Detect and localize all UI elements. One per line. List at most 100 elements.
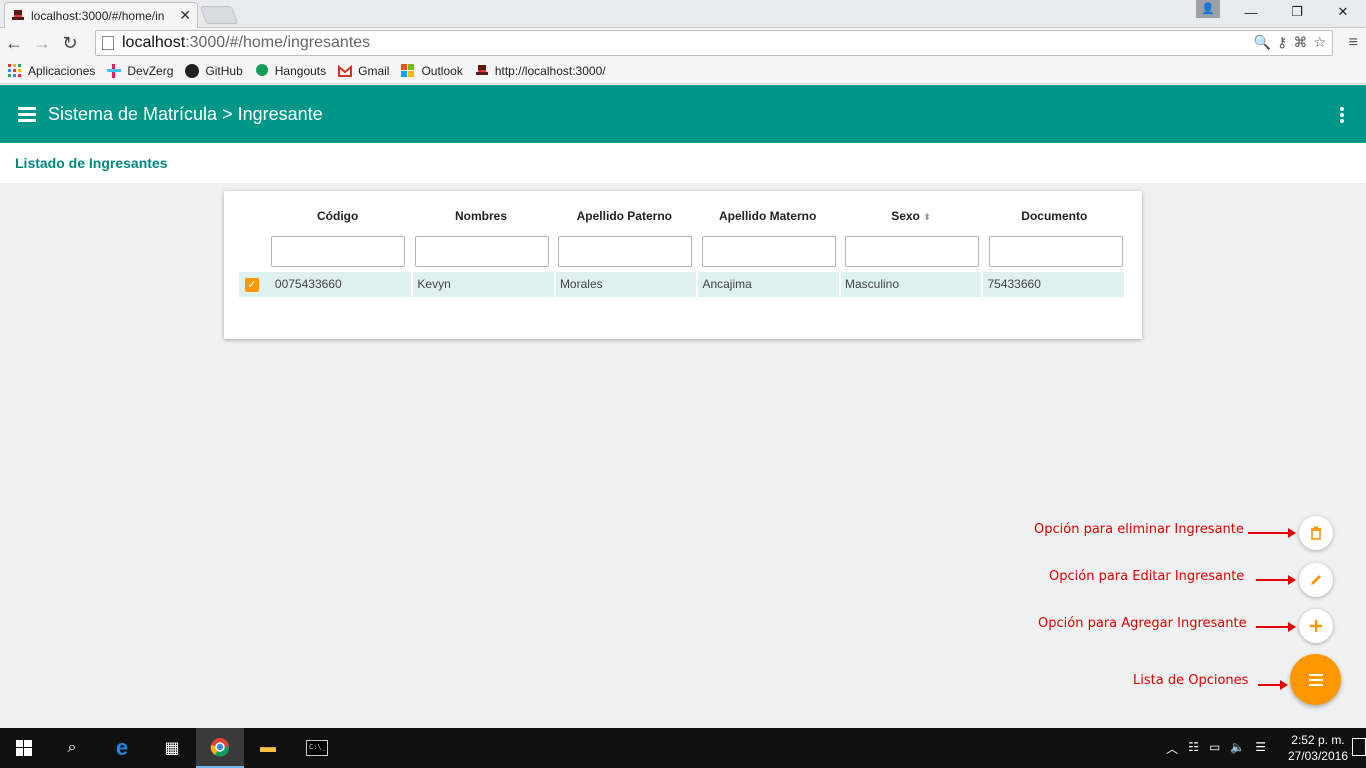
annotation-list: Lista de Opciones xyxy=(1133,673,1249,688)
clock-time: 2:52 p. m. xyxy=(1291,733,1345,747)
browser-tab[interactable]: localhost:3000/#/home/in ✕ xyxy=(4,2,198,28)
bookmark-label: GitHub xyxy=(205,63,243,78)
restore-button[interactable]: ❐ xyxy=(1274,4,1320,20)
profile-icon[interactable]: 👤 xyxy=(1196,0,1220,18)
bookmark-aplicaciones[interactable]: Aplicaciones xyxy=(8,63,95,78)
keyboard-icon[interactable]: ☰ xyxy=(1255,740,1266,757)
back-icon[interactable]: ← xyxy=(0,33,28,54)
filter-sexo-input[interactable] xyxy=(845,236,979,267)
filter-documento-input[interactable] xyxy=(988,236,1123,267)
clock-date: 27/03/2016 xyxy=(1287,749,1348,763)
terminal-icon[interactable]: C:\_ xyxy=(293,728,341,768)
table-row[interactable]: ✓ 0075433660 Kevyn Morales Ancajima Masc… xyxy=(239,272,1126,297)
gmail-icon xyxy=(338,64,353,77)
address-bar[interactable]: localhost:3000/#/home/ingresantes 🔍 ⚷ ⌘ … xyxy=(95,30,1333,56)
column-header-sexo[interactable]: Sexo ⬍ xyxy=(839,209,982,223)
tab-title: localhost:3000/#/home/in xyxy=(31,8,165,23)
annotation-add: Opción para Agregar Ingresante xyxy=(1038,616,1247,631)
annotation-arrow xyxy=(1256,622,1296,632)
bookmark-localhost[interactable]: http://localhost:3000/ xyxy=(475,64,606,78)
bookmarks-bar: Aplicaciones DevZerg GitHub Hangouts Gma… xyxy=(0,58,1366,84)
more-vert-icon[interactable] xyxy=(1340,107,1344,125)
section-title: Listado de Ingresantes xyxy=(0,143,1366,183)
bookmark-label: DevZerg xyxy=(127,63,174,78)
apps-grid-icon xyxy=(8,63,21,77)
notification-icon[interactable] xyxy=(1352,738,1366,756)
column-header-codigo[interactable]: Código xyxy=(266,209,409,223)
start-button[interactable] xyxy=(0,728,48,768)
star-icon[interactable]: ☆ xyxy=(1313,34,1326,51)
key-icon[interactable]: ⚷ xyxy=(1277,34,1287,51)
row-checkbox[interactable]: ✓ xyxy=(245,277,259,292)
edit-button[interactable] xyxy=(1299,563,1333,597)
annotation-delete: Opción para eliminar Ingresante xyxy=(1034,522,1244,537)
delete-button[interactable] xyxy=(1299,516,1333,550)
annotation-arrow xyxy=(1256,575,1296,585)
options-menu-button[interactable] xyxy=(1290,654,1341,705)
wifi-icon[interactable]: ☷ xyxy=(1188,740,1199,757)
bookmark-hangouts[interactable]: Hangouts xyxy=(255,63,327,78)
bookmark-label: http://localhost:3000/ xyxy=(494,63,606,78)
close-window-button[interactable]: ✕ xyxy=(1320,4,1366,20)
filter-codigo-input[interactable] xyxy=(271,236,405,267)
bookmark-gmail[interactable]: Gmail xyxy=(338,64,389,78)
window-controls: — ❐ ✕ xyxy=(1228,0,1366,24)
system-tray: ︿ ☷ ▭ 🔈 ☰ xyxy=(1166,740,1266,757)
filter-apellido-paterno-input[interactable] xyxy=(558,236,692,267)
translate-icon[interactable]: ⌘ xyxy=(1293,34,1307,51)
svg-text:C:\_: C:\_ xyxy=(309,743,327,751)
zoom-icon[interactable]: 🔍 xyxy=(1254,34,1271,51)
hat-icon xyxy=(475,64,488,75)
new-tab-button[interactable] xyxy=(199,6,239,24)
windows-taskbar: ⌕ e ▦ ▬ C:\_ ︿ ☷ ▭ 🔈 ☰ 2:52 p. m. 27/03/… xyxy=(0,728,1366,768)
bookmark-outlook[interactable]: Outlook xyxy=(401,63,463,78)
bookmark-github[interactable]: GitHub xyxy=(185,63,243,78)
clock[interactable]: 2:52 p. m. 27/03/2016 xyxy=(1288,732,1348,764)
menu-icon-bar xyxy=(1308,673,1323,676)
column-header-apellido-paterno[interactable]: Apellido Paterno xyxy=(553,209,696,223)
filter-apellido-materno-input[interactable] xyxy=(701,236,836,267)
edge-icon[interactable]: e xyxy=(98,728,146,768)
volume-icon[interactable]: 🔈 xyxy=(1230,740,1245,757)
chrome-menu-icon[interactable]: ≡ xyxy=(1349,34,1358,52)
url-host: localhost xyxy=(122,34,186,51)
column-header-apellido-materno[interactable]: Apellido Materno xyxy=(696,209,839,223)
forward-icon[interactable]: → xyxy=(28,33,56,54)
cell-sexo: Masculino xyxy=(841,272,984,297)
sort-icon[interactable]: ⬍ xyxy=(923,212,931,222)
cell-documento: 75433660 xyxy=(983,272,1126,297)
annotation-edit: Opción para Editar Ingresante xyxy=(1049,569,1245,584)
table-header: Código Nombres Apellido Paterno Apellido… xyxy=(266,209,1126,223)
github-icon xyxy=(185,63,200,78)
bookmark-devzerg[interactable]: DevZerg xyxy=(107,63,174,78)
column-header-nombres[interactable]: Nombres xyxy=(409,209,552,223)
browser-toolbar: ← → ↻ localhost:3000/#/home/ingresantes … xyxy=(0,28,1366,58)
chrome-icon[interactable] xyxy=(196,728,244,768)
battery-icon[interactable]: ▭ xyxy=(1209,740,1220,757)
plus-icon xyxy=(1310,620,1322,632)
bookmark-label: Hangouts xyxy=(274,63,327,78)
column-header-documento[interactable]: Documento xyxy=(983,209,1126,223)
trash-icon xyxy=(1311,526,1321,540)
filter-row xyxy=(271,236,1126,267)
chevron-up-icon[interactable]: ︿ xyxy=(1166,740,1178,757)
cell-apellido-paterno: Morales xyxy=(556,272,699,297)
app-header: Sistema de Matrícula > Ingresante xyxy=(0,85,1366,143)
search-icon[interactable]: ⌕ xyxy=(48,728,96,768)
slack-icon xyxy=(107,63,122,78)
filter-nombres-input[interactable] xyxy=(414,236,549,267)
windows-icon xyxy=(16,740,32,756)
reload-icon[interactable]: ↻ xyxy=(56,33,84,54)
minimize-button[interactable]: — xyxy=(1228,5,1274,20)
hat-icon xyxy=(12,9,24,20)
menu-icon[interactable] xyxy=(18,104,36,125)
add-button[interactable] xyxy=(1299,609,1333,643)
bookmark-label: Gmail xyxy=(358,63,390,78)
cell-nombres: Kevyn xyxy=(413,272,556,297)
page-title: Sistema de Matrícula > Ingresante xyxy=(48,103,323,124)
file-explorer-icon[interactable]: ▬ xyxy=(244,728,292,768)
annotation-arrow xyxy=(1258,680,1288,690)
store-icon[interactable]: ▦ xyxy=(148,728,196,768)
hangouts-icon xyxy=(255,63,268,76)
close-tab-icon[interactable]: ✕ xyxy=(179,7,191,24)
